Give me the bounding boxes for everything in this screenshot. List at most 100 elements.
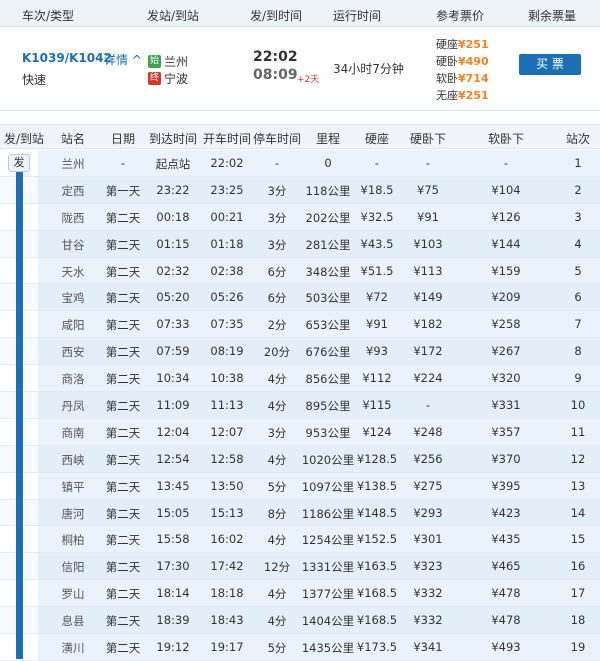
stop-hard-seat: ¥138.5 [356,478,398,493]
stop-duration: 3分 [267,425,287,440]
stop-mileage: 348公里 [305,264,351,279]
stop-duration: 3分 [267,210,287,225]
table-row: 信阳 第二天 17:30 17:42 12分 1331公里 ¥163.5 ¥323 ¥465 16 [0,553,600,581]
stop-depart: 00:21 [210,209,244,224]
stop-mileage: 1404公里 [301,614,355,629]
col-departure: 开车时间 [202,132,252,146]
stop-hard-sleeper: - [425,398,431,413]
stop-soft-sleeper: ¥209 [491,290,521,305]
header-times: 发/到时间 [250,9,303,23]
terminal-badge-icon: 终 [148,72,161,85]
stop-order: 6 [574,290,582,305]
stop-hard-seat: ¥152.5 [356,532,398,547]
stop-soft-sleeper: ¥331 [491,398,521,413]
stop-station: 天水 [61,264,85,279]
stop-station: 桐柏 [61,533,85,548]
stop-date: 第二天 [105,614,141,629]
stop-arrive: 15:05 [156,505,190,520]
stop-hard-sleeper: ¥224 [413,371,443,386]
stop-depart: 05:26 [210,290,244,305]
stop-mileage: 0 [324,156,332,170]
buy-ticket-button[interactable]: 买 票 [519,54,581,75]
stop-station: 定西 [61,183,85,198]
stop-depart: 11:13 [210,398,244,413]
stop-duration: 3分 [267,237,287,252]
stop-station: 息县 [61,614,85,629]
stop-hard-seat: ¥148.5 [356,505,398,520]
stop-soft-sleeper: ¥370 [491,451,521,466]
stop-mileage: 1435公里 [301,641,355,656]
stop-arrive: 12:54 [156,451,190,466]
stop-hard-seat: ¥115 [362,398,392,413]
stop-order: 19 [570,640,586,655]
stop-duration: 6分 [267,264,287,279]
table-row: 西安 第二天 07:59 08:19 20分 676公里 ¥93 ¥172 ¥267 8 [0,338,600,366]
stop-mileage: 1377公里 [301,587,355,602]
stop-depart: 17:42 [210,559,244,574]
header-remaining: 剩余票量 [528,9,577,23]
stop-hard-sleeper: ¥332 [413,613,443,628]
train-detail-toggle[interactable]: 详情 ^ [104,51,142,68]
stop-arrive: 05:20 [156,290,190,305]
stop-station: 商洛 [61,372,85,387]
table-row: 西峡 第二天 12:54 12:58 4分 1020公里 ¥128.5 ¥256 ¥370 12 [0,445,600,473]
stop-arrive: 02:32 [156,263,190,278]
stop-duration: 4分 [267,452,287,467]
stop-arrive: 23:22 [156,182,190,197]
stop-depart: 12:07 [210,424,244,439]
stop-station: 信阳 [61,560,85,575]
stop-duration: 4分 [267,533,287,548]
stop-date: 第二天 [105,506,141,521]
stop-hard-sleeper: ¥301 [413,532,443,547]
stop-date: 第一天 [105,183,141,198]
price-hard-seat: 硬座¥251 [436,38,489,51]
stop-date: 第二天 [105,372,141,387]
stop-hard-seat: ¥173.5 [356,640,398,655]
stop-station: 唐河 [61,506,85,521]
stop-soft-sleeper: ¥357 [491,424,521,439]
stop-hard-sleeper: ¥91 [417,209,439,224]
stop-hard-seat: ¥51.5 [360,263,394,278]
table-row: 唐河 第二天 15:05 15:13 8分 1186公里 ¥148.5 ¥293 ¥423 14 [0,499,600,527]
stop-depart: 23:25 [210,182,244,197]
stop-depart: 15:13 [210,505,244,520]
stop-depart: 10:38 [210,371,244,386]
stop-station: 宝鸡 [61,291,85,306]
stop-hard-sleeper: ¥332 [413,586,443,601]
train-number-link[interactable]: K1039/K1042 [22,51,112,65]
stop-arrive: 07:33 [156,317,190,332]
depart-time: 22:02 [253,49,298,65]
train-type: 快速 [22,73,47,87]
stop-order: 1 [574,156,582,170]
header-price: 参考票价 [436,9,485,23]
stop-order: 12 [570,451,586,466]
stop-hard-sleeper: ¥256 [413,451,443,466]
stop-order: 13 [570,478,586,493]
table-row: 潢川 第二天 19:12 19:17 5分 1435公里 ¥173.5 ¥341 ¥493 19 [0,634,600,661]
stop-station: 兰州 [61,157,85,171]
stop-hard-sleeper: ¥341 [413,640,443,655]
table-row: 陇西 第二天 00:18 00:21 3分 202公里 ¥32.5 ¥91 ¥126 3 [0,203,600,231]
run-duration: 34小时7分钟 [333,62,404,76]
col-hard-sleeper: 硬卧下 [409,132,447,146]
stop-soft-sleeper: ¥478 [491,586,521,601]
stop-order: 4 [574,236,582,251]
stop-hard-sleeper: ¥275 [413,478,443,493]
stop-hard-sleeper: ¥248 [413,424,443,439]
stop-hard-seat: - [374,156,380,170]
table-row: 罗山 第二天 18:14 18:18 4分 1377公里 ¥168.5 ¥332 ¥478 17 [0,580,600,608]
depart-marker: 发 [8,154,30,172]
stop-duration: 2分 [267,318,287,333]
stop-duration: 4分 [267,372,287,387]
stop-hard-seat: ¥168.5 [356,586,398,601]
stop-mileage: 1331公里 [301,560,355,575]
stop-arrive: 11:09 [156,398,190,413]
stop-soft-sleeper: ¥493 [491,640,521,655]
stop-soft-sleeper: ¥478 [491,613,521,628]
stop-hard-sleeper: ¥293 [413,505,443,520]
stop-soft-sleeper: ¥159 [491,263,521,278]
stop-hard-seat: ¥32.5 [360,209,394,224]
col-station: 站名 [60,132,86,146]
stop-station: 西安 [61,345,85,360]
stop-soft-sleeper: ¥267 [491,344,521,359]
